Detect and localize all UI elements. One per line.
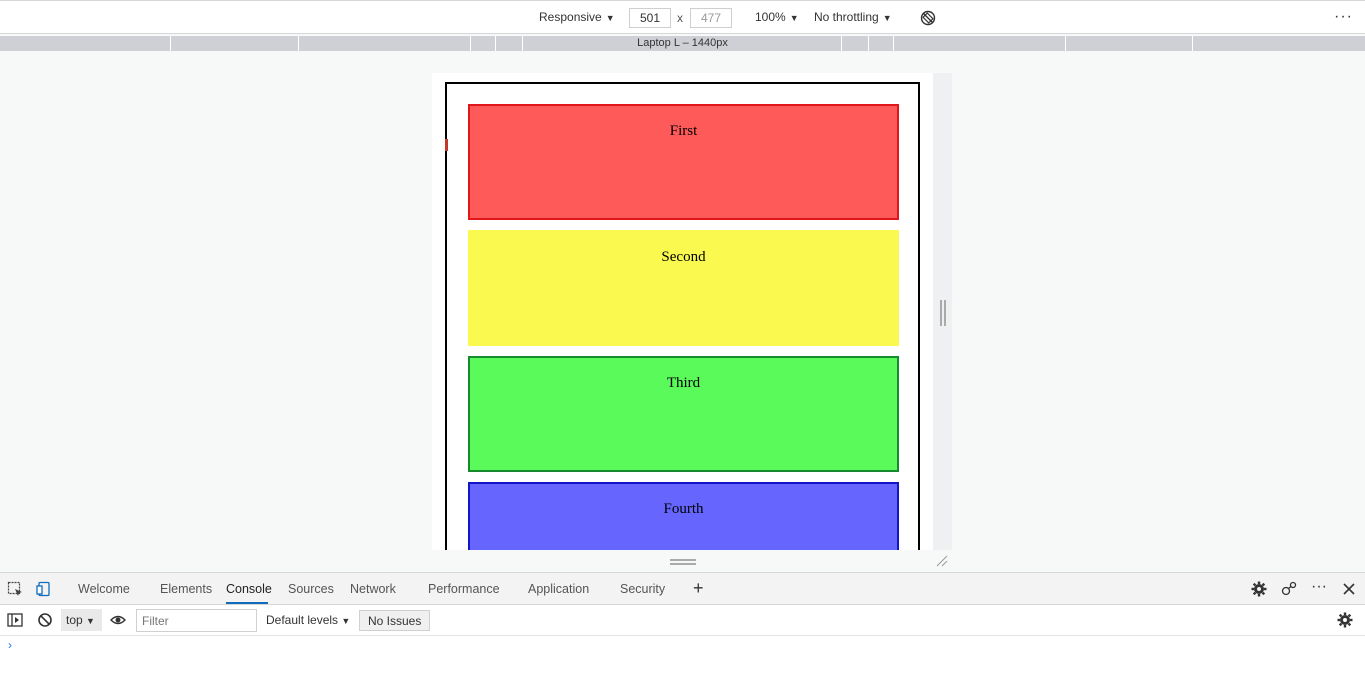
media-query-label: Laptop L – 1440px — [637, 37, 728, 49]
close-icon[interactable] — [1341, 581, 1357, 597]
add-tab-button[interactable]: + — [693, 578, 704, 599]
device-toolbar: Responsive ▼ 501 x 477 100% ▼ No throttlin… — [0, 0, 1365, 34]
tab-welcome[interactable]: Welcome — [78, 582, 130, 596]
inspect-element-icon[interactable] — [7, 581, 23, 597]
tab-network[interactable]: Network — [350, 582, 396, 596]
clear-console-icon[interactable] — [37, 612, 53, 628]
log-levels-label: Default levels — [266, 613, 339, 627]
more-tools-icon[interactable]: ··· — [1311, 578, 1327, 596]
issues-button[interactable]: No Issues — [359, 610, 431, 631]
more-options-icon[interactable]: ··· — [1334, 8, 1353, 26]
console-settings-gear-icon[interactable] — [1337, 612, 1353, 628]
corner-resize-icon[interactable] — [936, 555, 948, 567]
panel-first: First — [468, 104, 899, 220]
rotate-icon[interactable] — [920, 10, 936, 26]
context-select-label: top — [66, 613, 83, 627]
width-input[interactable]: 501 — [629, 8, 671, 28]
panel-label: First — [669, 123, 698, 139]
filter-input[interactable] — [136, 609, 257, 632]
log-levels-select[interactable]: Default levels ▼ — [266, 613, 350, 627]
chevron-down-icon: ▼ — [341, 616, 351, 626]
height-input[interactable]: 477 — [690, 8, 732, 28]
connection-icon[interactable] — [1281, 581, 1297, 597]
settings-gear-icon[interactable] — [1251, 581, 1267, 597]
chevron-down-icon: ▼ — [86, 616, 95, 626]
emulated-page: First Second Third Fourth — [432, 73, 933, 550]
console-prompt[interactable]: › — [8, 638, 12, 652]
chevron-down-icon: ▼ — [789, 13, 799, 23]
height-resize-handle[interactable] — [670, 559, 696, 565]
media-query-bar: Laptop L – 1440px — [0, 36, 1365, 51]
tab-performance[interactable]: Performance — [428, 582, 500, 596]
tab-elements[interactable]: Elements — [160, 582, 212, 596]
panel-second: Second — [468, 230, 899, 346]
live-expression-eye-icon[interactable] — [110, 612, 126, 628]
console-toolbar: top ▼ Default levels ▼ No Issues — [0, 605, 1365, 636]
panel-label: Second — [661, 249, 706, 265]
sidebar-toggle-icon[interactable] — [7, 612, 23, 628]
throttling-select[interactable]: No throttling ▼ — [814, 10, 892, 24]
focus-marker — [445, 139, 448, 151]
width-resize-handle[interactable] — [940, 300, 946, 326]
panel-label: Third — [666, 375, 701, 391]
emulated-viewport-area: First Second Third Fourth — [0, 51, 1365, 571]
panel-label: Fourth — [663, 501, 704, 517]
context-select[interactable]: top ▼ — [61, 609, 102, 631]
console-output[interactable] — [0, 636, 1365, 698]
panel-fourth: Fourth — [468, 482, 899, 550]
chevron-down-icon: ▼ — [605, 13, 615, 23]
device-select-label: Responsive — [539, 10, 602, 24]
tab-application[interactable]: Application — [528, 582, 589, 596]
devtools-tab-bar: Welcome Elements Console Sources Network… — [0, 572, 1365, 605]
dimension-separator: x — [677, 11, 683, 25]
zoom-select-label: 100% — [755, 10, 786, 24]
chevron-down-icon: ▼ — [882, 13, 892, 23]
device-select[interactable]: Responsive ▼ — [539, 10, 615, 24]
tab-sources[interactable]: Sources — [288, 582, 334, 596]
panel-third: Third — [468, 356, 899, 472]
throttling-select-label: No throttling — [814, 10, 879, 24]
container-box: First Second Third Fourth — [445, 82, 920, 550]
tab-security[interactable]: Security — [620, 582, 665, 596]
tab-console[interactable]: Console — [226, 582, 272, 596]
device-emulation-icon[interactable] — [36, 581, 52, 597]
active-tab-indicator — [226, 602, 268, 604]
zoom-select[interactable]: 100% ▼ — [755, 10, 799, 24]
